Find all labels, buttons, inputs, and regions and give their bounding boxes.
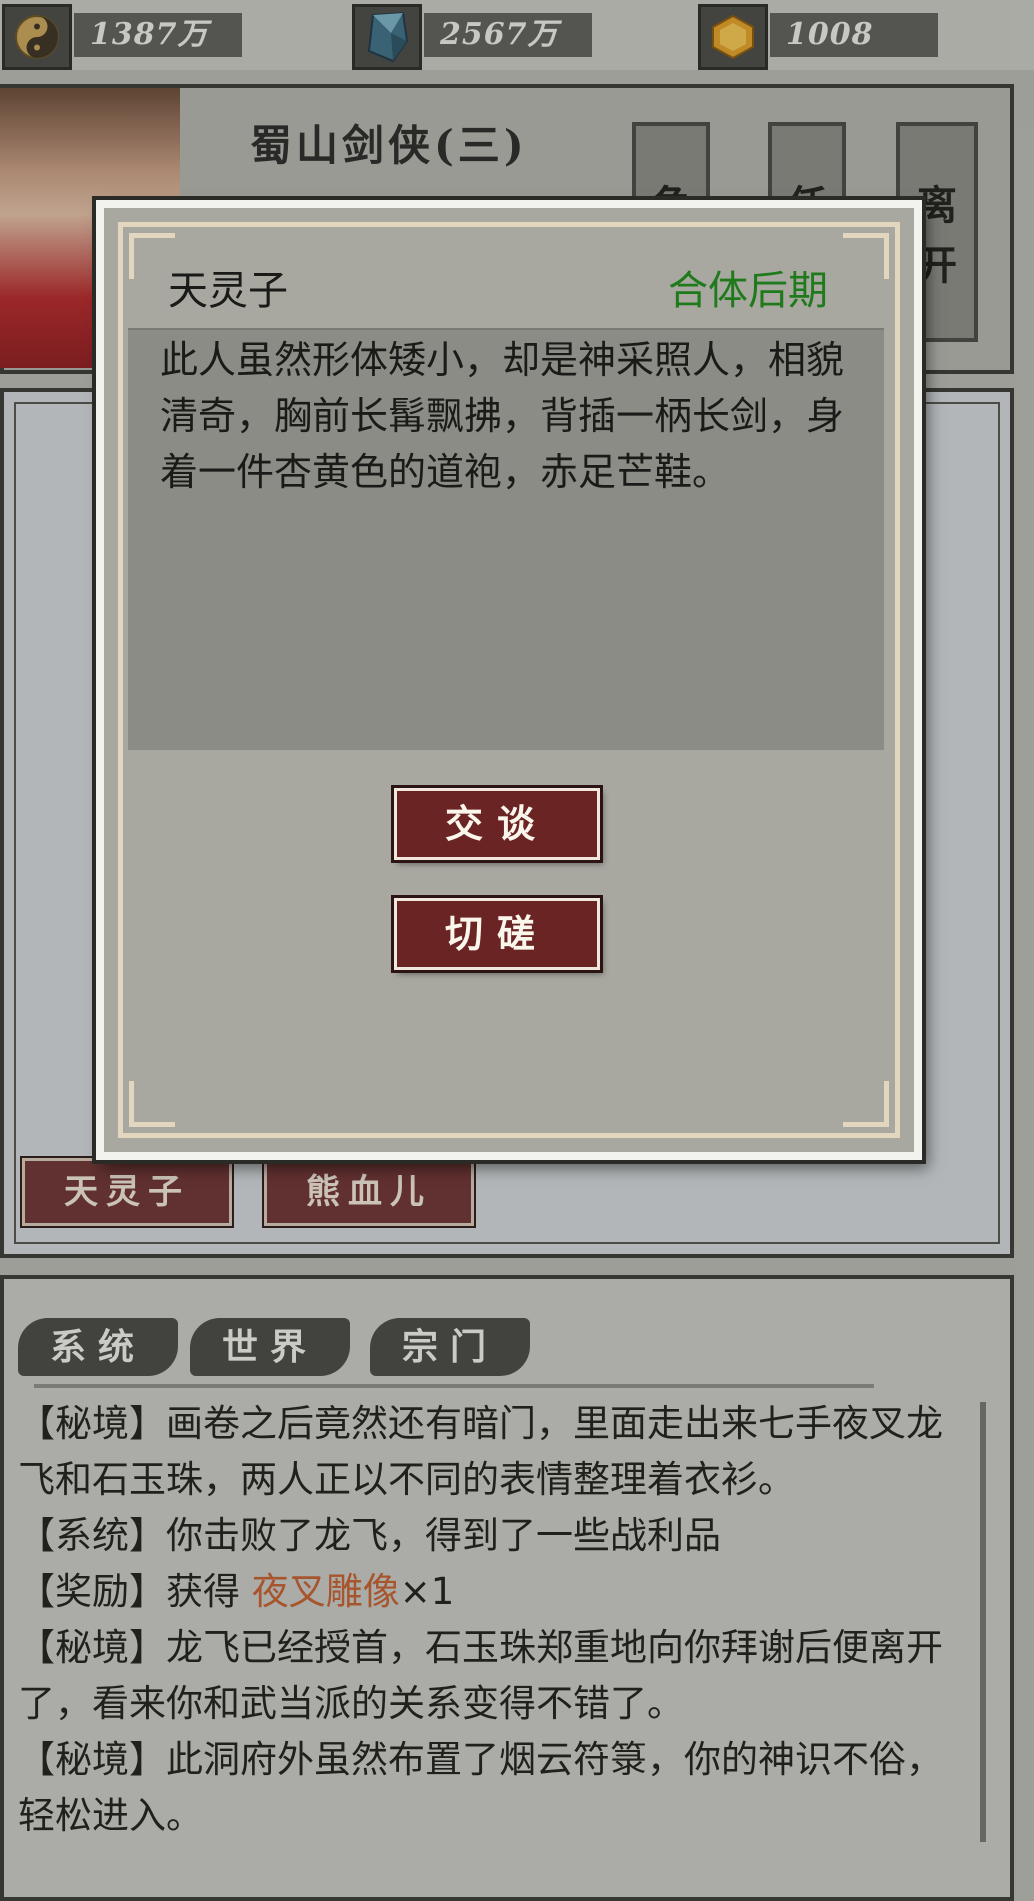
talk-button[interactable]: 交谈 — [394, 788, 600, 860]
corner-ornament — [129, 1081, 175, 1127]
spar-button[interactable]: 切磋 — [394, 898, 600, 970]
npc-name: 天灵子 — [168, 268, 288, 314]
corner-ornament — [843, 233, 889, 279]
npc-description: 此人虽然形体矮小，却是神采照人，相貌清奇，胸前长髯飘拂，背插一柄长剑，身着一件杏… — [160, 338, 845, 494]
corner-ornament — [843, 1081, 889, 1127]
npc-realm: 合体后期 — [668, 268, 828, 314]
